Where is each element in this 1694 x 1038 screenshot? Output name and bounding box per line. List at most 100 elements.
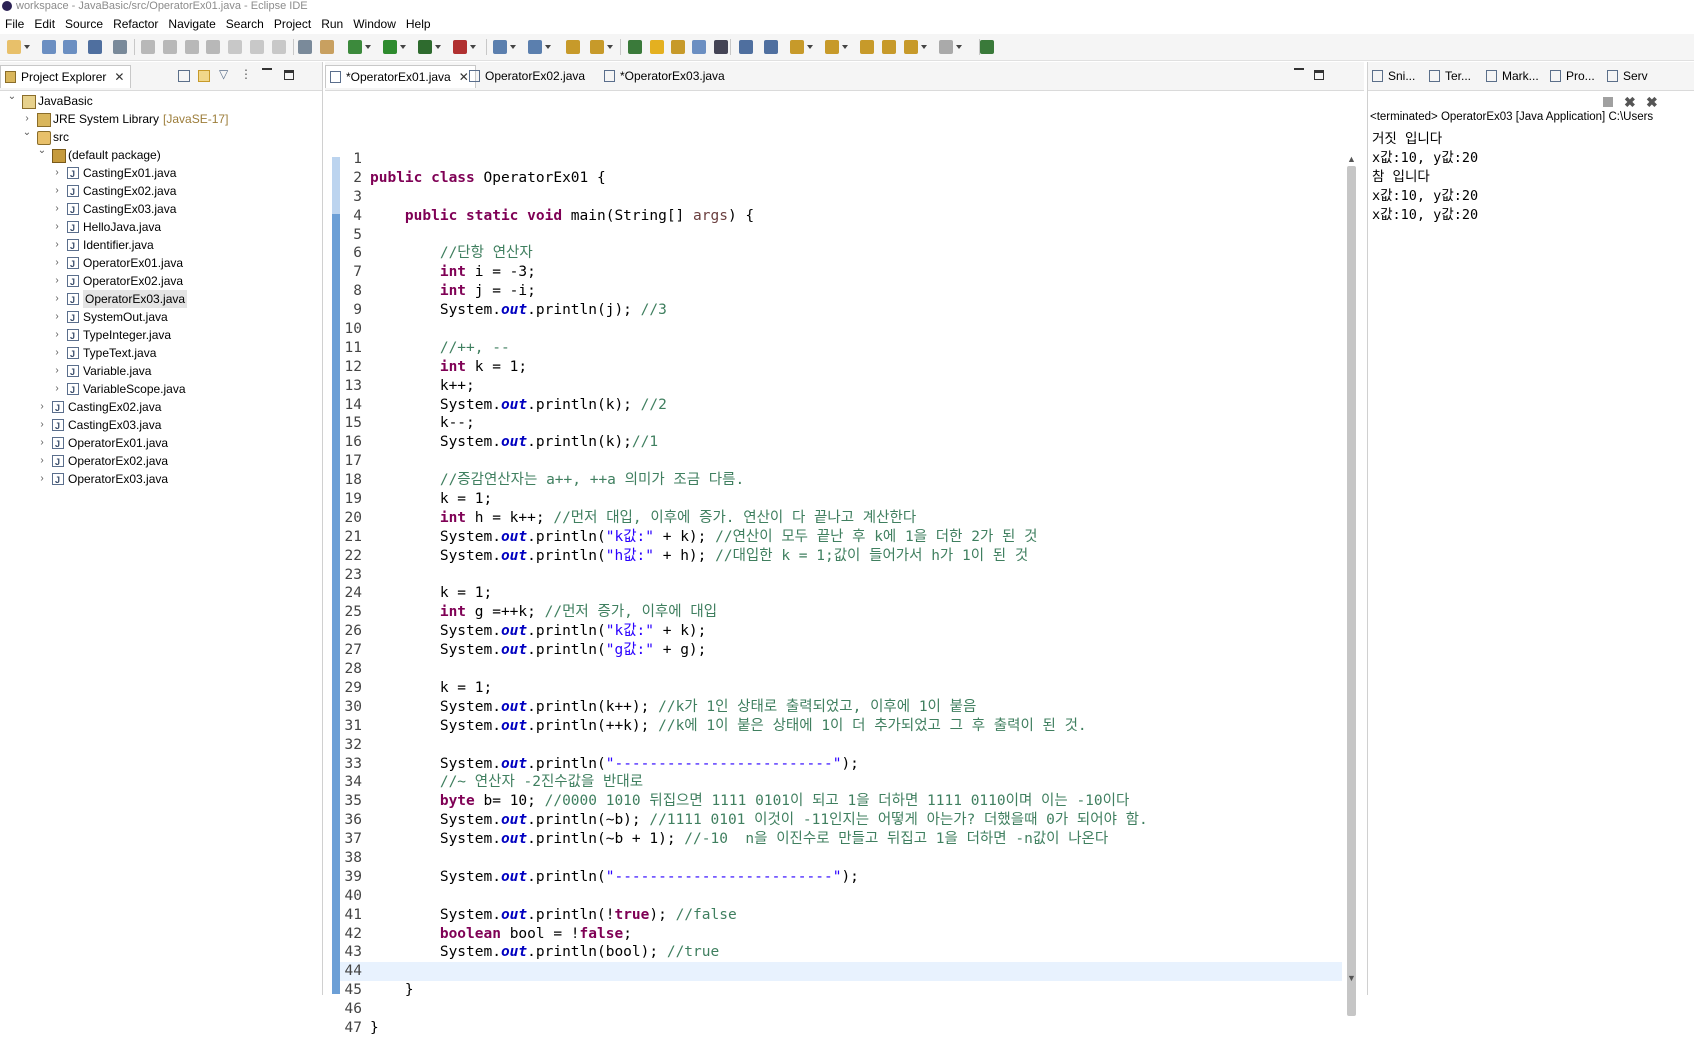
tree-item[interactable]: › OperatorEx02.java — [0, 272, 322, 291]
scrollbar-thumb[interactable] — [1347, 166, 1356, 1016]
collapse-arrow-icon[interactable]: ⌄ — [21, 124, 33, 142]
code-line[interactable]: 9 System.out.println(j); //3 — [340, 301, 1342, 320]
code-line[interactable]: 44 — [340, 962, 1342, 982]
expand-arrow-icon[interactable]: › — [36, 416, 48, 434]
maximize-icon[interactable] — [284, 70, 294, 80]
run-icon[interactable] — [383, 40, 406, 54]
tree-item[interactable]: › Variable.java — [0, 362, 322, 381]
open-type-icon[interactable] — [566, 40, 580, 54]
code-line[interactable]: 23 — [340, 566, 1342, 585]
code-line[interactable]: 46 — [340, 1000, 1342, 1019]
tree-item[interactable]: › Identifier.java — [0, 236, 322, 255]
tree-item[interactable]: › CastingEx03.java — [0, 200, 322, 219]
editor-tab[interactable]: *OperatorEx01.java ✕ — [325, 65, 476, 88]
console-tab[interactable]: Mark... — [1482, 65, 1541, 87]
new-java-project-icon[interactable] — [493, 40, 516, 54]
tree-item[interactable]: › OperatorEx03.java — [0, 470, 322, 489]
expand-arrow-icon[interactable]: › — [51, 182, 63, 200]
browser-icon[interactable] — [739, 40, 753, 54]
terminate-icon[interactable] — [1603, 97, 1613, 107]
code-line[interactable]: 30 System.out.println(k++); //k가 1인 상태로 … — [340, 698, 1342, 717]
scroll-up-icon[interactable]: ▲ — [1347, 154, 1356, 164]
code-line[interactable]: 4 public static void main(String[] args)… — [340, 207, 1342, 226]
menu-refactor[interactable]: Refactor — [108, 14, 163, 34]
code-line[interactable]: 16 System.out.println(k);//1 — [340, 433, 1342, 452]
expand-arrow-icon[interactable]: › — [51, 326, 63, 344]
console-tab[interactable]: Sni... — [1368, 65, 1417, 87]
collapse-arrow-icon[interactable]: ⌄ — [6, 88, 18, 106]
code-line[interactable]: 3 — [340, 188, 1342, 207]
toggle-mark-occurrences-icon[interactable] — [650, 40, 664, 54]
tree-item[interactable]: › CastingEx02.java — [0, 398, 322, 417]
code-line[interactable]: 33 System.out.println("-----------------… — [340, 755, 1342, 774]
menu-search[interactable]: Search — [221, 14, 269, 34]
maximize-icon[interactable] — [1314, 70, 1324, 80]
back-nav-icon[interactable] — [904, 40, 927, 54]
menu-help[interactable]: Help — [401, 14, 436, 34]
console-tab[interactable]: Ter... — [1425, 65, 1473, 87]
tree-item[interactable]: › OperatorEx02.java — [0, 452, 322, 471]
menu-window[interactable]: Window — [348, 14, 401, 34]
expand-arrow-icon[interactable]: › — [36, 434, 48, 452]
menu-source[interactable]: Source — [60, 14, 108, 34]
skip-breakpoints-icon[interactable] — [113, 40, 127, 54]
expand-arrow-icon[interactable]: › — [51, 236, 63, 254]
tree-item[interactable]: › HelloJava.java — [0, 218, 322, 237]
filter-icon[interactable]: ▽ — [219, 67, 229, 81]
code-line[interactable]: 47} — [340, 1019, 1342, 1038]
previous-edit-icon[interactable] — [825, 40, 848, 54]
code-editor[interactable]: 1 2 public class OperatorEx01 {3 4 public s… — [340, 150, 1342, 1038]
code-line[interactable]: 26 System.out.println("k값:" + k); — [340, 622, 1342, 641]
next-annotation-icon[interactable] — [628, 40, 642, 54]
expand-arrow-icon[interactable]: › — [51, 164, 63, 182]
view-menu-icon[interactable]: ⋮ — [240, 67, 252, 81]
expand-arrow-icon[interactable]: › — [51, 380, 63, 398]
tree-item[interactable]: › OperatorEx01.java — [0, 254, 322, 273]
code-line[interactable]: 14 System.out.println(k); //2 — [340, 396, 1342, 415]
code-line[interactable]: 43 System.out.println(bool); //true — [340, 943, 1342, 962]
code-line[interactable]: 42 boolean bool = !false; — [340, 925, 1342, 944]
editor-tab[interactable]: *OperatorEx03.java — [600, 65, 731, 87]
code-line[interactable]: 12 int k = 1; — [340, 358, 1342, 377]
code-line[interactable]: 21 System.out.println("k값:" + k); //연산이 … — [340, 528, 1342, 547]
code-line[interactable]: 31 System.out.println(++k); //k에 1이 붙은 상… — [340, 717, 1342, 736]
coverage-icon[interactable] — [418, 40, 441, 54]
expand-arrow-icon[interactable]: › — [51, 308, 63, 326]
step-return-icon[interactable] — [272, 40, 286, 54]
tree-item[interactable]: ⌄ src — [0, 127, 322, 146]
remove-all-terminated-icon[interactable]: ✖ — [1646, 94, 1658, 110]
disconnect-icon[interactable] — [206, 40, 220, 54]
collapse-all-icon[interactable] — [178, 70, 190, 82]
code-line[interactable]: 17 — [340, 452, 1342, 471]
debug-icon[interactable] — [348, 40, 371, 54]
external-tools-icon[interactable] — [453, 40, 476, 54]
next-edit-icon[interactable] — [790, 40, 813, 54]
block-selection-icon[interactable] — [671, 40, 685, 54]
tree-item[interactable]: › OperatorEx03.java — [0, 290, 322, 309]
link-with-editor-icon[interactable] — [198, 70, 210, 82]
back-icon[interactable] — [882, 40, 896, 54]
code-line[interactable]: 32 — [340, 736, 1342, 755]
scroll-down-icon[interactable]: ▼ — [1347, 973, 1356, 983]
drop-to-frame-icon[interactable] — [298, 40, 312, 54]
new-package-icon[interactable] — [528, 40, 551, 54]
console-tab[interactable]: Serv — [1603, 65, 1650, 87]
expand-arrow-icon[interactable]: › — [51, 218, 63, 236]
code-line[interactable]: 19 k = 1; — [340, 490, 1342, 509]
console-output[interactable]: 거짓 입니다 x값:10, y값:20 참 입니다 x값:10, y값:20 x값:10… — [1372, 130, 1478, 224]
tree-item[interactable]: › CastingEx01.java — [0, 164, 322, 183]
step-over-icon[interactable] — [250, 40, 264, 54]
code-line[interactable]: 45 } — [340, 981, 1342, 1000]
use-step-filters-icon[interactable] — [320, 40, 334, 54]
forward-icon[interactable] — [939, 40, 962, 54]
save-icon[interactable] — [42, 40, 56, 54]
code-line[interactable]: 24 k = 1; — [340, 584, 1342, 603]
expand-arrow-icon[interactable]: › — [51, 344, 63, 362]
collapse-arrow-icon[interactable]: ⌄ — [36, 142, 48, 160]
expand-arrow-icon[interactable]: › — [51, 254, 63, 272]
show-whitespace-icon[interactable] — [714, 40, 728, 54]
code-line[interactable]: 2 public class OperatorEx01 { — [340, 169, 1342, 188]
code-line[interactable]: 34 //~ 연산자 -2진수값을 반대로 — [340, 773, 1342, 792]
code-line[interactable]: 40 — [340, 887, 1342, 906]
tree-item[interactable]: › OperatorEx01.java — [0, 434, 322, 453]
